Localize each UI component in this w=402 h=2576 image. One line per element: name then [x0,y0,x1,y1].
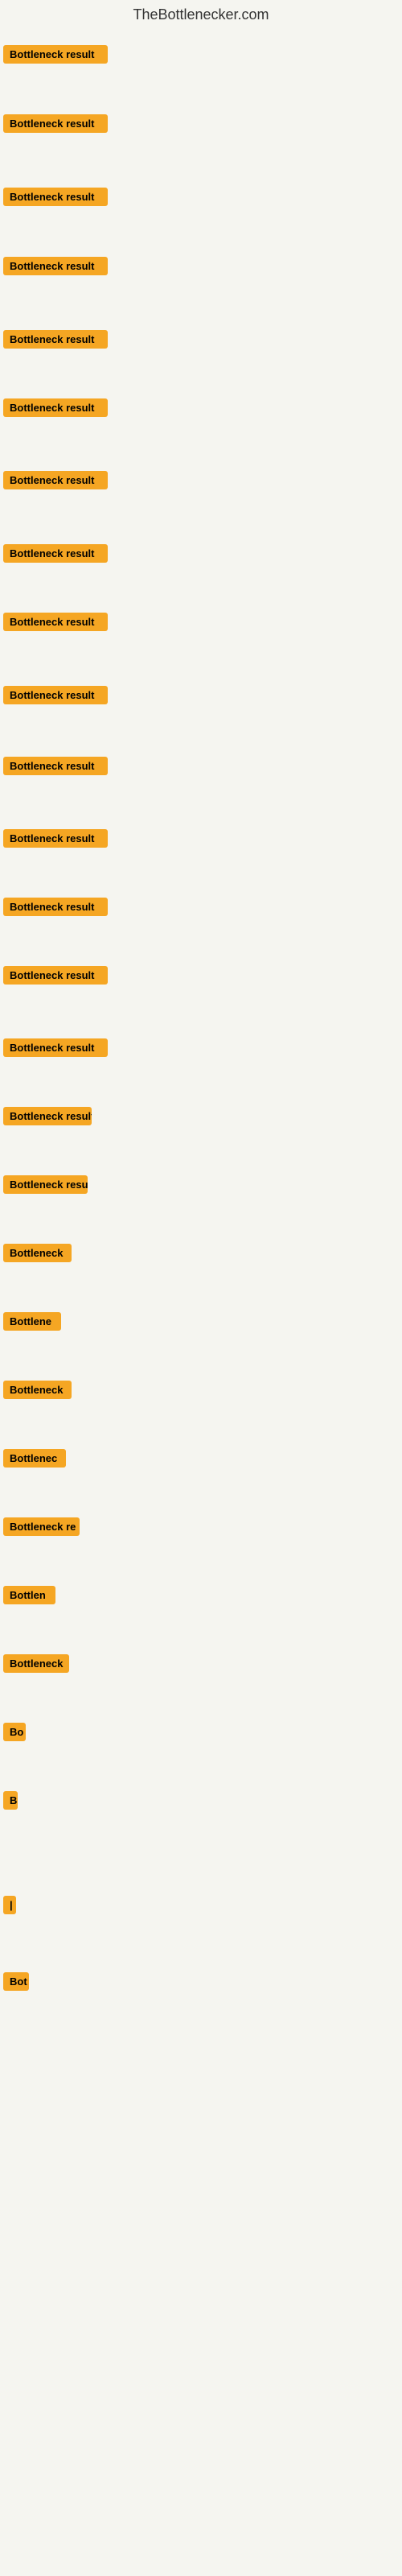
bottleneck-badge[interactable]: Bottleneck resul [3,1175,88,1194]
bottleneck-badge[interactable]: Bottleneck result [3,966,108,985]
bottleneck-badge[interactable]: Bottleneck result [3,471,108,489]
bottleneck-badge[interactable]: Bottleneck result [3,114,108,133]
bottleneck-badge[interactable]: Bot [3,1972,29,1991]
bottleneck-item: Bottleneck result [3,1107,92,1129]
bottleneck-badge[interactable]: Bottleneck [3,1654,69,1673]
bottleneck-item: Bottlen [3,1586,55,1608]
bottleneck-list [0,27,402,43]
bottleneck-badge[interactable]: Bottlen [3,1586,55,1604]
bottleneck-item: Bottleneck result [3,471,108,493]
bottleneck-badge[interactable]: Bottleneck result [3,757,108,775]
bottleneck-item: Bottleneck result [3,898,108,920]
bottleneck-badge[interactable]: Bottleneck result [3,398,108,417]
bottleneck-badge[interactable]: Bottleneck result [3,257,108,275]
bottleneck-item: Bottleneck result [3,613,108,635]
bottleneck-item: Bo [3,1723,26,1745]
bottleneck-item: Bot [3,1972,29,1995]
bottleneck-item: B [3,1791,18,1814]
bottleneck-item: Bottleneck [3,1381,72,1403]
bottleneck-item: | [3,1896,16,1918]
bottleneck-item: Bottleneck result [3,114,108,137]
bottleneck-item: Bottleneck result [3,330,108,353]
bottleneck-badge[interactable]: Bottleneck result [3,45,108,64]
bottleneck-badge[interactable]: Bottleneck result [3,613,108,631]
bottleneck-badge[interactable]: Bottlenec [3,1449,66,1468]
bottleneck-badge[interactable]: Bottleneck result [3,829,108,848]
bottleneck-badge[interactable]: Bottleneck re [3,1517,80,1536]
bottleneck-item: Bottleneck [3,1654,69,1677]
bottleneck-badge[interactable]: Bottleneck result [3,544,108,563]
bottleneck-item: Bottleneck result [3,757,108,779]
bottleneck-item: Bottleneck resul [3,1175,88,1198]
site-title-bar: TheBottlenecker.com [0,0,402,27]
bottleneck-item: Bottleneck result [3,257,108,279]
bottleneck-badge[interactable]: Bottleneck result [3,1038,108,1057]
bottleneck-item: Bottleneck result [3,829,108,852]
bottleneck-item: Bottlenec [3,1449,66,1472]
bottleneck-badge[interactable]: Bottleneck result [3,188,108,206]
bottleneck-item: Bottleneck result [3,398,108,421]
bottleneck-badge[interactable]: | [3,1896,16,1914]
bottleneck-badge[interactable]: Bottleneck result [3,1107,92,1125]
bottleneck-item: Bottleneck [3,1244,72,1266]
bottleneck-badge[interactable]: Bo [3,1723,26,1741]
bottleneck-badge[interactable]: Bottleneck result [3,330,108,349]
bottleneck-item: Bottleneck result [3,1038,108,1061]
bottleneck-badge[interactable]: B [3,1791,18,1810]
bottleneck-badge[interactable]: Bottleneck [3,1381,72,1399]
bottleneck-item: Bottlene [3,1312,61,1335]
bottleneck-badge[interactable]: Bottleneck result [3,898,108,916]
bottleneck-item: Bottleneck result [3,966,108,989]
bottleneck-item: Bottleneck result [3,544,108,567]
bottleneck-item: Bottleneck result [3,188,108,210]
bottleneck-item: Bottleneck result [3,686,108,708]
bottleneck-badge[interactable]: Bottlene [3,1312,61,1331]
site-title: TheBottlenecker.com [0,0,402,27]
bottleneck-item: Bottleneck re [3,1517,80,1540]
bottleneck-badge[interactable]: Bottleneck result [3,686,108,704]
bottleneck-badge[interactable]: Bottleneck [3,1244,72,1262]
bottleneck-item: Bottleneck result [3,45,108,68]
